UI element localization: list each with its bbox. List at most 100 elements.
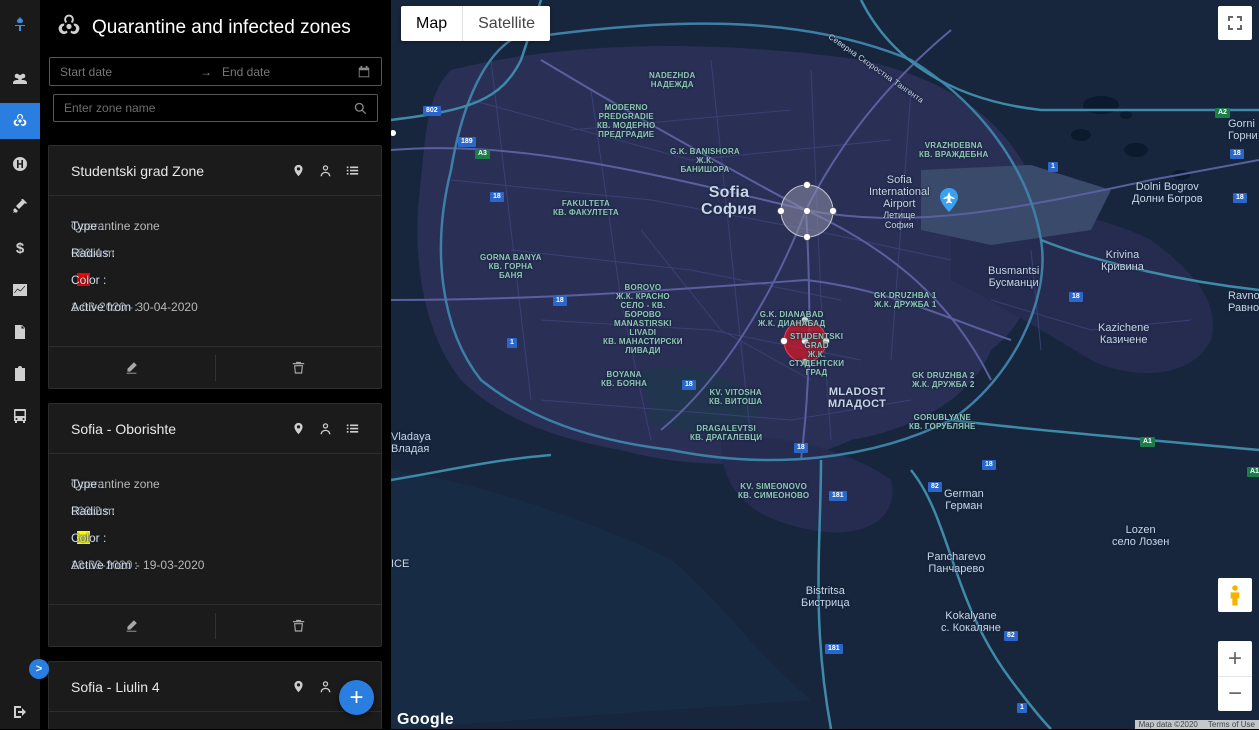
pencil-icon — [126, 362, 138, 374]
end-date-field[interactable]: End date — [222, 65, 357, 79]
location-pin-icon[interactable] — [292, 422, 305, 435]
location-pin-icon[interactable] — [292, 680, 305, 693]
lake — [1120, 111, 1132, 119]
road-shield: 18 — [1233, 193, 1247, 203]
zoom-in-button[interactable]: + — [1218, 641, 1252, 676]
user-icon[interactable] — [319, 680, 332, 693]
place-label: Kazichene Казичене — [1098, 322, 1150, 346]
place-label: VRAZHDEBNA КВ. ВРАЖДЕБНА — [919, 141, 989, 159]
zone-name: Sofia - Oborishte — [71, 420, 177, 437]
zone-search — [53, 94, 378, 122]
zone-name: Studentski grad Zone — [71, 162, 205, 179]
app-logo-icon[interactable] — [0, 6, 40, 42]
zone-name: Sofia - Liulin 4 — [71, 678, 160, 695]
delete-button[interactable] — [214, 354, 382, 381]
road-shield: 802 — [423, 106, 441, 116]
document-icon[interactable] — [0, 314, 40, 350]
date-range-picker[interactable]: Start date → End date — [49, 57, 382, 86]
map-type-control: Map Satellite — [401, 6, 551, 41]
syringe-icon[interactable] — [0, 188, 40, 224]
place-label: Lozen село Лозен — [1112, 524, 1170, 548]
place-label: ICE — [391, 558, 410, 570]
map-type-satellite-button[interactable]: Satellite — [462, 6, 550, 41]
bus-icon[interactable] — [0, 398, 40, 434]
map-attribution: Map data ©2020 Terms of Use — [1134, 720, 1259, 729]
road-shield: 1 — [1048, 162, 1058, 172]
search-icon[interactable] — [354, 102, 367, 115]
pegman-icon — [1230, 585, 1240, 606]
place-label: KV. SIMEONOVO КВ. СИМЕОНОВО — [738, 482, 810, 500]
start-date-field[interactable]: Start date — [60, 65, 200, 79]
place-label: BOYANA КВ. БОЯНА — [601, 370, 648, 388]
hospital-icon[interactable] — [0, 146, 40, 182]
location-pin-icon[interactable] — [292, 164, 305, 177]
zone-details: Type : Quarantine zone Radius :686.4 m Co… — [49, 196, 381, 346]
page-title: Quarantine and infected zones — [92, 17, 351, 38]
place-label: Vladaya Владая — [391, 431, 431, 455]
map-canvas[interactable]: NADEZHDA НАДЕЖДА MODERNO PREDGRADIE КВ. МОД… — [391, 0, 1259, 729]
place-label: Dolni Bogrov Долни Богров — [1132, 181, 1203, 205]
dollar-icon[interactable]: $ — [0, 230, 40, 266]
road-shield: 18 — [490, 192, 504, 202]
zone-card: Studentski grad Zone Type : Quarantine zo… — [48, 145, 382, 389]
add-zone-button[interactable]: + — [339, 680, 374, 715]
clipboard-icon[interactable] — [0, 356, 40, 392]
search-input[interactable] — [64, 101, 354, 115]
map-type-map-button[interactable]: Map — [401, 6, 462, 41]
road-shield: 18 — [794, 443, 808, 453]
panel-header: Quarantine and infected zones — [56, 12, 351, 44]
zone-card-actions — [49, 604, 381, 646]
lake — [1124, 143, 1148, 157]
biohazard-nav-icon[interactable] — [0, 103, 40, 139]
calendar-icon[interactable] — [357, 65, 371, 79]
road-shield: A3 — [475, 149, 490, 159]
list-icon[interactable] — [346, 164, 359, 177]
google-logo: Google — [397, 711, 454, 728]
chart-icon[interactable] — [0, 272, 40, 308]
terms-of-use-link[interactable]: Terms of Use — [1208, 720, 1255, 729]
zone-card-header: Sofia - Liulin 4 — [49, 662, 381, 712]
edit-button[interactable] — [49, 613, 215, 639]
fullscreen-icon — [1228, 16, 1242, 30]
user-icon[interactable] — [319, 422, 332, 435]
color-label: Color : — [71, 272, 107, 287]
place-label: Sofia International Airport Летище София — [869, 174, 930, 230]
road-shield: 1 — [1017, 703, 1027, 713]
place-label: GORUBLYANE КВ. ГОРУБЛЯНЕ — [909, 413, 976, 431]
active-from-label: Active from : — [71, 299, 138, 314]
arrow-right-icon: → — [200, 64, 212, 79]
active-from-label: Active from : — [71, 557, 138, 572]
place-label: DRAGALEVTSI КВ. ДРАГАЛЕВЦИ — [690, 424, 763, 442]
road-shield: A2 — [1215, 108, 1230, 118]
icon-rail: $ — [0, 0, 40, 729]
lake — [1083, 96, 1119, 114]
users-icon[interactable] — [0, 61, 40, 97]
road-shield: 1 — [507, 338, 517, 348]
place-label: MODERNO PREDGRADIE КВ. МОДЕРНО ПРЕДГРАДИЕ — [597, 103, 656, 139]
place-label: STUDENTSKI GRAD Ж.К. СТУДЕНТСКИ ГРАД — [789, 332, 845, 377]
zone-card-actions — [49, 346, 381, 388]
delete-button[interactable] — [214, 612, 382, 639]
edit-button[interactable] — [49, 355, 215, 381]
street-view-pegman[interactable] — [1218, 578, 1252, 612]
zoom-out-button[interactable]: − — [1218, 676, 1252, 711]
biohazard-icon — [56, 13, 82, 44]
zone-card: Sofia - Liulin 4 — [48, 661, 382, 729]
road-shield: 189 — [458, 137, 476, 147]
place-label: NADEZHDA НАДЕЖДА — [649, 71, 696, 89]
radius-label: Radius : — [71, 245, 116, 260]
collapse-panel-button[interactable]: > — [29, 659, 49, 679]
type-label: Type : — [71, 218, 104, 233]
place-label: Gorni Горни — [1228, 118, 1258, 142]
zoom-control: + − — [1218, 641, 1252, 711]
fullscreen-button[interactable] — [1218, 6, 1252, 40]
road-shield: 181 — [829, 491, 847, 501]
map-edge-marker — [391, 130, 396, 136]
place-label: German Герман — [944, 488, 984, 512]
type-label: Type : — [71, 476, 104, 491]
logout-icon[interactable] — [0, 694, 40, 730]
radius-label: Radius : — [71, 503, 116, 518]
zone-card: Sofia - Oborishte Type : Quarantine zone … — [48, 403, 382, 647]
list-icon[interactable] — [346, 422, 359, 435]
user-icon[interactable] — [319, 164, 332, 177]
